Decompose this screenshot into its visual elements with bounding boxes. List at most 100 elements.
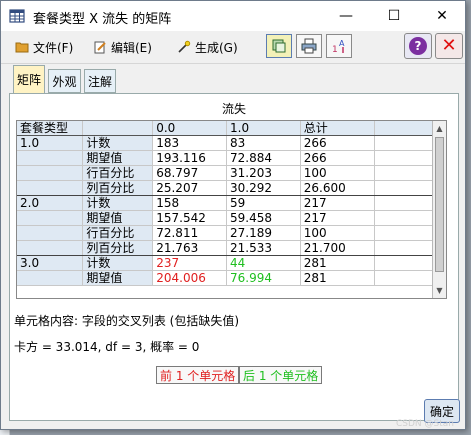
- crosstab-table: 套餐类型 0.0 1.0 总计 1.0 计数 183 83 266 期望值 193.116 7…: [17, 121, 446, 286]
- row-group-cell: [17, 225, 84, 241]
- statistic-cell: 列百分比: [82, 180, 154, 196]
- menu-generate[interactable]: 生成(G): [177, 38, 238, 56]
- table-row: 3.0 计数 237 44 281: [17, 255, 446, 271]
- file-folder-icon: [15, 42, 29, 53]
- value-cell[interactable]: 44: [226, 255, 301, 271]
- value-cell[interactable]: 31.203: [226, 165, 301, 181]
- generate-wand-icon: [178, 40, 191, 53]
- scroll-down-icon[interactable]: ▼: [433, 284, 446, 297]
- table-row: 行百分比 72.811 27.189 100: [17, 225, 446, 241]
- help-icon: ?: [409, 37, 427, 55]
- menu-bar: 文件(F) 编辑(E) 生成(G) 1 A ? ✕: [1, 31, 465, 64]
- column-header: 总计: [300, 121, 375, 136]
- sort-icon: 1 A: [332, 39, 345, 54]
- sort-button[interactable]: 1 A: [326, 34, 352, 58]
- copy-data-icon: [272, 39, 286, 53]
- value-cell[interactable]: 27.189: [226, 225, 301, 241]
- table-app-icon: [9, 9, 25, 23]
- row-group-cell: [17, 210, 84, 226]
- stat-header: [82, 121, 154, 136]
- svg-text:A: A: [339, 39, 345, 48]
- row-group-cell: 1.0: [17, 135, 84, 151]
- value-cell[interactable]: 59.458: [226, 210, 301, 226]
- value-cell[interactable]: 237: [152, 255, 228, 271]
- value-cell[interactable]: 83: [226, 135, 301, 151]
- tab-appearance[interactable]: 外观: [48, 69, 81, 93]
- row-field-header: 套餐类型: [17, 121, 84, 136]
- tab-annotations[interactable]: 注解: [84, 69, 116, 93]
- header-row: 套餐类型 0.0 1.0 总计: [17, 121, 446, 136]
- print-button[interactable]: [296, 34, 322, 58]
- statistic-cell: 计数: [82, 195, 154, 211]
- value-cell[interactable]: 21.700: [300, 240, 375, 256]
- menu-edit[interactable]: 编辑(E): [93, 38, 152, 56]
- value-cell[interactable]: 281: [300, 270, 375, 286]
- maximize-button[interactable]: ☐: [371, 1, 417, 31]
- matrix-pane: 流失 套餐类型 0.0 1.0 总计 1.0 计数 183 83 266 期望值…: [9, 93, 459, 421]
- scroll-up-icon[interactable]: ▲: [433, 122, 446, 135]
- table-row: 期望值 157.542 59.458 217: [17, 210, 446, 226]
- scroll-thumb[interactable]: [435, 137, 444, 272]
- tab-matrix[interactable]: 矩阵: [13, 65, 45, 93]
- close-button[interactable]: ✕: [419, 1, 465, 31]
- value-cell[interactable]: 30.292: [226, 180, 301, 196]
- value-cell[interactable]: 68.797: [152, 165, 228, 181]
- copy-data-button[interactable]: [266, 34, 292, 58]
- value-cell[interactable]: 76.994: [226, 270, 301, 286]
- value-cell[interactable]: 25.207: [152, 180, 228, 196]
- print-icon: [301, 38, 317, 54]
- value-cell[interactable]: 158: [152, 195, 228, 211]
- table-row: 期望值 193.116 72.884 266: [17, 150, 446, 166]
- crosstab-grid[interactable]: 套餐类型 0.0 1.0 总计 1.0 计数 183 83 266 期望值 193.116 7…: [16, 120, 447, 299]
- next-cell-button[interactable]: 后 1 个单元格: [239, 366, 323, 384]
- table-row: 1.0 计数 183 83 266: [17, 135, 446, 151]
- value-cell[interactable]: 72.811: [152, 225, 228, 241]
- value-cell[interactable]: 266: [300, 150, 375, 166]
- previous-cell-button[interactable]: 前 1 个单元格: [156, 366, 240, 384]
- menu-generate-label: 生成(G): [195, 40, 238, 55]
- value-cell[interactable]: 204.006: [152, 270, 228, 286]
- close-panel-button[interactable]: ✕: [435, 33, 463, 59]
- statistic-cell: 列百分比: [82, 240, 154, 256]
- value-cell[interactable]: 100: [300, 225, 375, 241]
- value-cell[interactable]: 59: [226, 195, 301, 211]
- table-row: 列百分比 25.207 30.292 26.600: [17, 180, 446, 196]
- table-row: 2.0 计数 158 59 217: [17, 195, 446, 211]
- statistic-cell: 期望值: [82, 270, 154, 286]
- statistic-cell: 计数: [82, 135, 154, 151]
- menu-file-label: 文件(F): [33, 40, 74, 55]
- value-cell[interactable]: 266: [300, 135, 375, 151]
- cell-contents-text: 单元格内容: 字段的交叉列表 (包括缺失值): [14, 314, 240, 328]
- edit-pencil-icon: [94, 41, 106, 54]
- row-group-cell: [17, 270, 84, 286]
- value-cell[interactable]: 183: [152, 135, 228, 151]
- svg-text:1: 1: [332, 45, 338, 54]
- value-cell[interactable]: 157.542: [152, 210, 228, 226]
- statistic-cell: 期望值: [82, 150, 154, 166]
- table-row: 期望值 204.006 76.994 281: [17, 270, 446, 286]
- value-cell[interactable]: 21.763: [152, 240, 228, 256]
- help-button[interactable]: ?: [404, 33, 432, 59]
- row-group-cell: 2.0: [17, 195, 84, 211]
- minimize-button[interactable]: —: [323, 1, 369, 31]
- value-cell[interactable]: 100: [300, 165, 375, 181]
- menu-edit-label: 编辑(E): [111, 40, 152, 55]
- value-cell[interactable]: 217: [300, 195, 375, 211]
- value-cell[interactable]: 193.116: [152, 150, 228, 166]
- value-cell[interactable]: 217: [300, 210, 375, 226]
- menu-file[interactable]: 文件(F): [15, 38, 73, 56]
- column-field-title: 流失: [221, 102, 246, 116]
- vertical-scrollbar[interactable]: ▲ ▼: [432, 121, 446, 298]
- statistic-cell: 行百分比: [82, 225, 154, 241]
- column-header: 1.0: [226, 121, 301, 136]
- column-header: 0.0: [152, 121, 228, 136]
- value-cell[interactable]: 281: [300, 255, 375, 271]
- window-title: 套餐类型 X 流失 的矩阵: [33, 12, 172, 27]
- row-group-cell: [17, 165, 84, 181]
- table-row: 列百分比 21.763 21.533 21.700: [17, 240, 446, 256]
- row-group-cell: [17, 180, 84, 196]
- value-cell[interactable]: 21.533: [226, 240, 301, 256]
- value-cell[interactable]: 26.600: [300, 180, 375, 196]
- value-cell[interactable]: 72.884: [226, 150, 301, 166]
- chi-square-text: 卡方 = 33.014, df = 3, 概率 = 0: [14, 340, 200, 354]
